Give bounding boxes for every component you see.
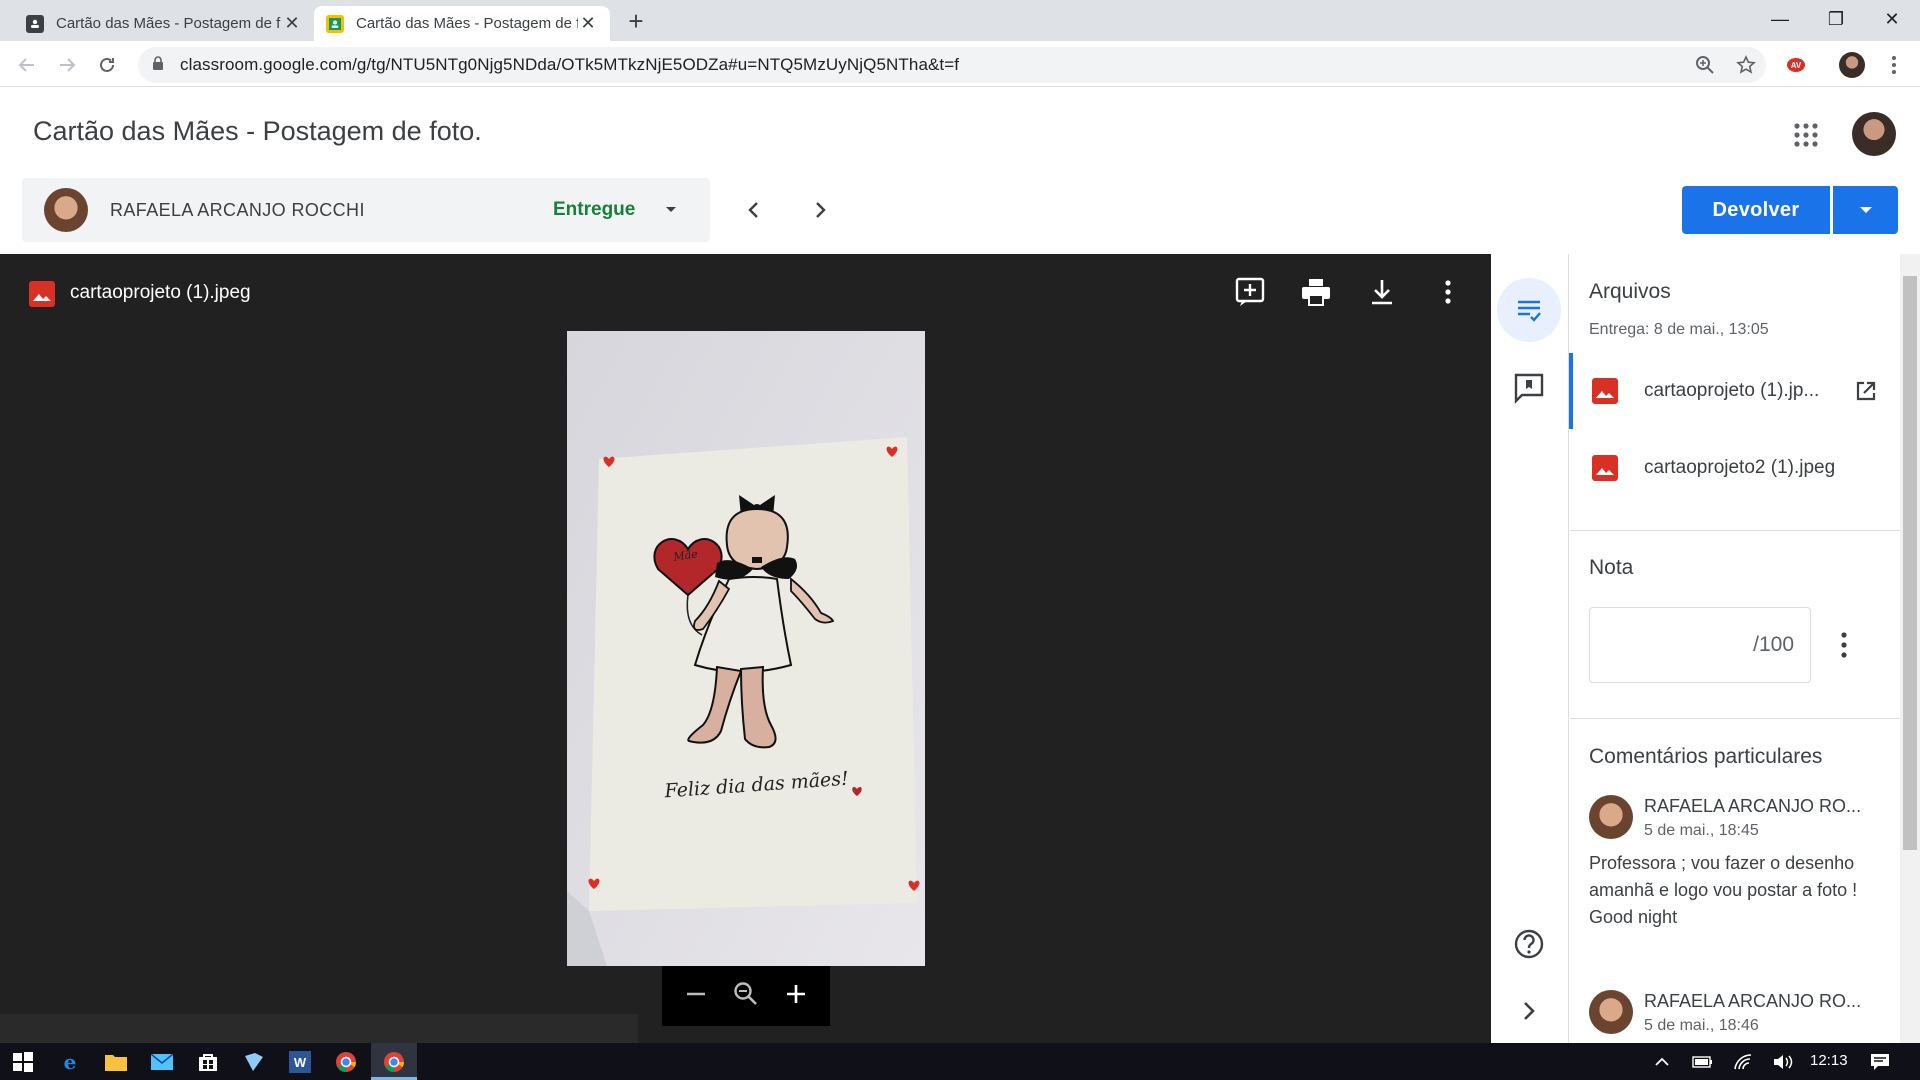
classroom-favicon [326,14,344,33]
profile-avatar[interactable] [1839,52,1865,78]
chrome-profile-icon[interactable] [379,1047,409,1077]
open-in-new-icon[interactable] [1832,353,1900,429]
grade-more-icon[interactable] [1830,628,1858,662]
viewer-footer [0,1014,638,1043]
download-icon[interactable] [1366,276,1398,308]
back-arrow-icon[interactable] [12,50,42,80]
files-panel-tab[interactable] [1497,278,1561,342]
close-tab-icon[interactable]: ✕ [282,13,302,34]
comment-avatar [1589,990,1633,1034]
zoom-controls [662,966,830,1026]
grade-section-title: Nota [1589,556,1634,579]
reload-icon[interactable] [92,50,122,80]
checklist-icon [1518,300,1541,322]
submitted-at: Entrega: 8 de mai., 13:05 [1589,321,1769,338]
submission-status: Entregue [553,199,636,220]
attachment-name[interactable]: cartaoprojeto (1).jp... [1644,380,1819,402]
comment-avatar [1589,795,1633,839]
add-comment-icon[interactable] [1234,276,1266,308]
window-close-icon[interactable]: ✕ [1864,0,1920,38]
viewer-file-name: cartaoprojeto (1).jpeg [70,282,251,303]
page-title: Cartão das Mães - Postagem de foto. [33,116,482,146]
return-button[interactable]: Devolver [1682,186,1830,234]
expand-panel-icon[interactable] [1514,996,1544,1026]
student-name: RAFAELA ARCANJO ROCCHI [110,200,365,220]
print-icon[interactable] [1300,276,1332,308]
store-icon[interactable] [193,1047,223,1077]
zoom-reset-icon[interactable] [733,981,759,1012]
clock[interactable]: 12:13 [1810,1052,1848,1069]
dropdown-caret-icon[interactable] [662,200,680,218]
tab-title: Cartão das Mães - Postagem de f [56,15,281,32]
bookmark-star-icon[interactable] [1734,53,1758,77]
browser-tab-1[interactable]: Cartão das Mães - Postagem de f ✕ [14,6,314,41]
battery-icon[interactable] [1688,1047,1718,1077]
comment-body: Professora ; vou fazer o desenho amanhã … [1589,853,1858,927]
attachment-name[interactable]: cartaoprojeto2 (1).jpeg [1644,457,1835,479]
grade-suffix: /100 [1753,633,1794,656]
comment-time: 5 de mai., 18:46 [1644,1017,1759,1034]
close-tab-icon[interactable]: ✕ [578,13,598,34]
lock-icon [152,55,166,75]
windows-start-icon[interactable] [8,1047,38,1077]
classroom-favicon [26,14,44,33]
submitted-photo: Mãe Feliz dia das mães! [567,331,925,966]
comment-time: 5 de mai., 18:45 [1644,822,1759,839]
private-comments-title: Comentários particulares [1589,745,1823,768]
section-divider [1570,530,1900,531]
tab-title: Cartão das Mães - Postagem de f [356,15,578,32]
volume-icon[interactable] [1768,1047,1798,1077]
return-options-button[interactable] [1833,186,1898,234]
mail-icon[interactable] [147,1047,177,1077]
svg-text:AV: AV [1791,61,1802,70]
svg-text:W: W [294,1055,307,1070]
browser-tab-2[interactable]: Cartão das Mães - Postagem de f ✕ [314,6,610,41]
zoom-icon[interactable] [1693,53,1717,77]
next-student-button[interactable] [806,196,834,224]
app-icon[interactable] [239,1047,269,1077]
zoom-out-icon[interactable] [685,983,707,1010]
student-avatar [44,188,88,232]
edge-icon[interactable]: e [55,1047,85,1077]
maximize-icon[interactable]: ❐ [1808,0,1864,38]
files-section-title: Arquivos [1589,280,1671,303]
minimize-icon[interactable]: — [1752,0,1808,38]
new-tab-button[interactable]: + [622,8,650,36]
chevron-down-icon [1859,207,1872,213]
address-bar[interactable]: classroom.google.com/g/tg/NTU5NTg0Njg5ND… [138,47,1766,83]
tray-chevron-up-icon[interactable] [1647,1047,1677,1077]
url-text: classroom.google.com/g/tg/NTU5NTg0Njg5ND… [180,55,960,74]
file-explorer-icon[interactable] [101,1047,131,1077]
scrollbar-thumb[interactable] [1903,276,1917,850]
image-file-icon [1592,378,1618,404]
image-file-icon [29,281,55,307]
svg-text:e: e [64,1051,77,1073]
extension-icon[interactable]: AV [1784,53,1808,77]
viewer-more-icon[interactable] [1432,276,1464,308]
comment-bank-icon[interactable] [1512,371,1546,405]
forward-arrow-icon[interactable] [52,50,82,80]
chrome-icon[interactable] [331,1047,361,1077]
account-avatar[interactable] [1852,112,1896,156]
zoom-in-icon[interactable] [785,983,807,1010]
grade-input[interactable]: /100 [1589,607,1811,683]
help-icon[interactable] [1512,927,1546,961]
comment-author: RAFAELA ARCANJO RO... [1644,796,1862,816]
previous-student-button[interactable] [740,196,768,224]
word-icon[interactable]: W [285,1047,315,1077]
wifi-icon[interactable] [1728,1047,1758,1077]
image-file-icon [1592,455,1618,481]
apps-grid-icon[interactable] [1792,121,1820,149]
browser-menu-icon[interactable] [1882,53,1906,77]
notifications-icon[interactable] [1865,1047,1895,1077]
section-divider [1570,718,1900,719]
comment-author: RAFAELA ARCANJO RO... [1644,991,1862,1011]
